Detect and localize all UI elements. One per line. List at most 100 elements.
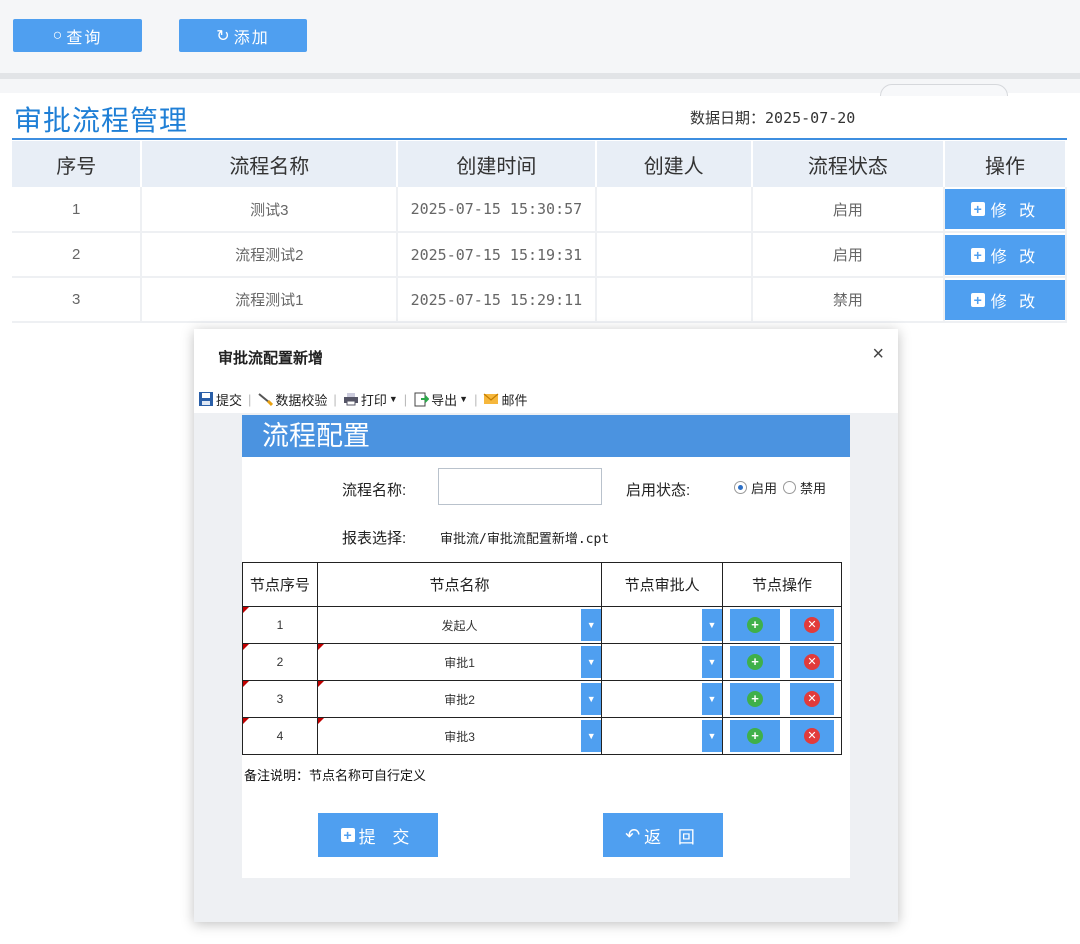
status-radio-group: 启用 禁用 (734, 478, 826, 497)
node-name-combo[interactable]: 审批1 ▼ (317, 644, 602, 680)
cell-creator (595, 277, 753, 323)
dropdown-arrow-icon[interactable]: ▼ (581, 609, 602, 641)
add-node-button[interactable]: + (730, 646, 780, 678)
required-marker (317, 718, 324, 724)
node-name-cell[interactable]: 审批1 ▼ (316, 643, 603, 681)
radio-checked-icon (734, 481, 747, 494)
dropdown-arrow-icon[interactable]: ▼ (702, 646, 722, 678)
status-radio-disabled[interactable]: 禁用 (783, 478, 826, 497)
cell-status: 启用 (751, 187, 945, 233)
edit-button[interactable]: + 修 改 (944, 189, 1065, 229)
add-node-button[interactable]: + (730, 609, 780, 641)
node-no-text: 3 (276, 692, 284, 706)
edit-button[interactable]: + 修 改 (944, 234, 1065, 275)
dropdown-arrow-icon[interactable]: ▼ (702, 683, 722, 715)
table-header-row: 序号 流程名称 创建时间 创建人 流程状态 操作 (12, 141, 1068, 187)
add-button[interactable]: ↻ 添加 (179, 19, 307, 52)
dropdown-arrow-icon[interactable]: ▼ (702, 720, 722, 752)
tool-separator: | (333, 391, 337, 407)
add-node-button[interactable]: + (730, 720, 780, 752)
plus-icon: + (970, 292, 985, 307)
export-tool[interactable]: 导出 ▼ (409, 390, 472, 409)
edit-button-label: 修 改 (990, 203, 1040, 220)
process-table: 序号 流程名称 创建时间 创建人 流程状态 操作 1 测试3 2025-07-1… (12, 141, 1068, 323)
mail-tool[interactable]: 邮件 (479, 390, 531, 409)
refresh-icon: ↻ (216, 27, 230, 45)
submit-button[interactable]: + 提 交 (318, 813, 438, 857)
cell-no: 2 (12, 232, 143, 278)
node-approver-cell[interactable]: ▼ (601, 717, 723, 755)
dropdown-arrow-icon[interactable]: ▼ (581, 646, 602, 678)
status-label: 启用状态: (626, 482, 691, 499)
node-name-combo[interactable]: 审批2 ▼ (317, 681, 602, 717)
back-button[interactable]: ↶ 返 回 (603, 813, 723, 857)
delete-node-button[interactable]: ✕ (790, 609, 834, 641)
node-row: 4 审批3 ▼ ▼ + ✕ (242, 717, 842, 755)
node-no-text: 4 (276, 729, 284, 743)
cell-status: 禁用 (751, 277, 945, 323)
node-name-cell[interactable]: 审批3 ▼ (316, 717, 603, 755)
node-approver-cell[interactable]: ▼ (601, 606, 723, 644)
submit-tool[interactable]: 提交 (194, 390, 246, 409)
print-tool[interactable]: 打印 ▼ (339, 390, 402, 409)
node-no-text: 2 (276, 655, 284, 669)
status-radio-enabled[interactable]: 启用 (734, 478, 777, 497)
required-marker (243, 718, 249, 724)
caret-down-icon: ▼ (388, 394, 398, 404)
node-approver-combo[interactable]: ▼ (602, 607, 722, 643)
back-arrow-icon: ↶ (625, 824, 641, 845)
plus-circle-icon: + (747, 654, 763, 670)
printer-icon (343, 393, 358, 406)
node-name-combo[interactable]: 发起人 ▼ (318, 607, 602, 643)
mail-tool-label: 邮件 (501, 392, 528, 408)
col-header-status: 流程状态 (751, 141, 945, 187)
tool-separator: | (403, 391, 408, 407)
node-approver-combo[interactable]: ▼ (602, 681, 722, 717)
cell-time: 2025-07-15 15:19:31 (397, 232, 597, 278)
cell-no: 1 (12, 187, 143, 233)
node-approver-combo[interactable]: ▼ (602, 644, 722, 680)
name-label: 流程名称: (342, 482, 407, 499)
cell-time: 2025-07-15 15:29:11 (397, 277, 597, 323)
col-header-creator: 创建人 (595, 141, 753, 187)
status-off-label: 禁用 (800, 481, 827, 496)
top-toolbar: ○ 查询 ↻ 添加 (0, 0, 1080, 73)
delete-node-button[interactable]: ✕ (790, 646, 834, 678)
add-node-button[interactable]: + (730, 683, 780, 715)
validate-tool[interactable]: 数据校验 (253, 390, 331, 409)
table-row: 1 测试3 2025-07-15 15:30:57 启用 + 修 改 (12, 187, 1068, 233)
node-name-cell[interactable]: 发起人 ▼ (316, 606, 603, 644)
cell-name: 流程测试2 (141, 232, 399, 278)
node-approver-cell[interactable]: ▼ (601, 680, 723, 718)
node-row: 2 审批1 ▼ ▼ + ✕ (242, 643, 842, 681)
collapse-handle[interactable] (880, 84, 1008, 96)
required-marker (317, 644, 324, 650)
edit-button[interactable]: + 修 改 (944, 279, 1065, 320)
close-circle-icon: ✕ (804, 654, 820, 670)
dropdown-arrow-icon[interactable]: ▼ (581, 720, 602, 752)
dialog-title: 审批流配置新增 (218, 350, 324, 367)
close-circle-icon: ✕ (804, 691, 820, 707)
plus-icon: + (340, 828, 355, 842)
node-name-text: 审批2 (444, 692, 475, 707)
close-icon[interactable]: × (872, 343, 884, 366)
node-name-cell[interactable]: 审批2 ▼ (316, 680, 603, 718)
dropdown-arrow-icon[interactable]: ▼ (702, 609, 722, 641)
cell-creator (595, 187, 753, 233)
print-tool-label: 打印 (360, 392, 387, 408)
delete-node-button[interactable]: ✕ (790, 683, 834, 715)
node-ops-cell: + ✕ (722, 606, 842, 644)
status-on-label: 启用 (751, 481, 778, 496)
process-name-input[interactable] (438, 468, 602, 505)
query-button[interactable]: ○ 查询 (13, 19, 142, 52)
required-marker (243, 644, 249, 650)
node-name-combo[interactable]: 审批3 ▼ (317, 718, 602, 754)
cell-action: + 修 改 (943, 277, 1068, 323)
node-approver-combo[interactable]: ▼ (602, 718, 722, 754)
node-approver-cell[interactable]: ▼ (601, 643, 723, 681)
dropdown-arrow-icon[interactable]: ▼ (581, 683, 602, 715)
node-table: 节点序号 节点名称 节点审批人 节点操作 1 发起人 ▼ ▼ + ✕ 2 审批1 ▼ … (242, 562, 842, 755)
radio-unchecked-icon (783, 481, 797, 494)
delete-node-button[interactable]: ✕ (790, 720, 834, 752)
report-path: 审批流/审批流配置新增.cpt (440, 532, 610, 547)
